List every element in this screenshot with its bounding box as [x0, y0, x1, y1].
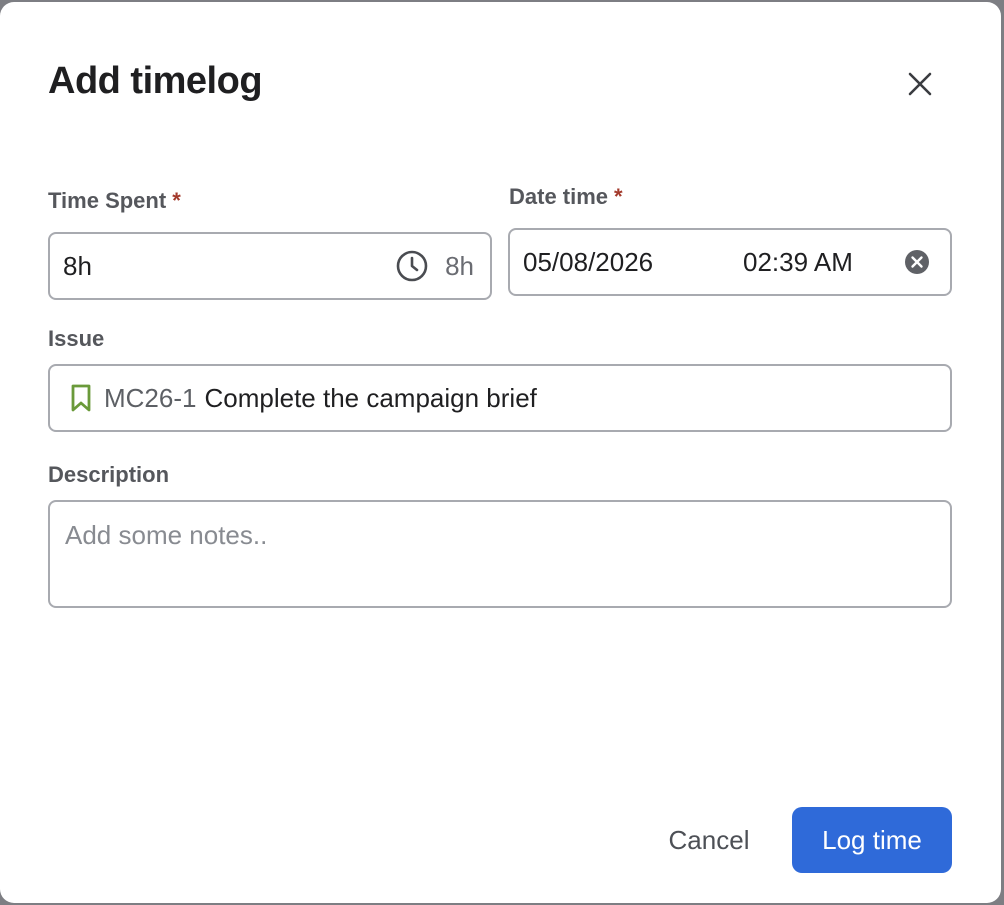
description-label: Description — [48, 462, 170, 487]
log-time-button[interactable]: Log time — [792, 807, 952, 873]
description-textarea[interactable]: Add some notes.. — [48, 500, 952, 608]
clear-circle-icon[interactable] — [904, 249, 930, 275]
issue-label: Issue — [48, 326, 105, 351]
required-mark: * — [614, 184, 623, 209]
date-time-input[interactable]: 05/08/2026 02:39 AM — [508, 228, 952, 296]
time-spent-suffix: 8h — [395, 234, 474, 298]
bookmark-icon — [70, 383, 92, 413]
close-icon — [908, 72, 932, 96]
date-time-label: Date time * — [509, 184, 623, 210]
date-time-label-text: Date time — [509, 184, 609, 209]
dialog-title: Add timelog — [48, 60, 263, 102]
cancel-button[interactable]: Cancel — [650, 807, 768, 873]
clock-icon — [396, 250, 428, 282]
date-value[interactable]: 05/08/2026 — [523, 247, 653, 278]
add-timelog-dialog: Add timelog Time Spent * 8h 8h Date time *… — [0, 2, 1001, 903]
time-value[interactable]: 02:39 AM — [743, 247, 853, 278]
issue-key: MC26-1 — [104, 382, 197, 413]
issue-summary: Complete the campaign brief — [204, 382, 537, 413]
time-spent-label-text: Time Spent — [48, 188, 167, 213]
close-button[interactable] — [900, 64, 940, 104]
time-spent-suffix-value: 8h — [445, 250, 474, 281]
description-placeholder: Add some notes.. — [65, 520, 268, 550]
time-spent-value: 8h — [63, 250, 92, 281]
required-mark: * — [172, 188, 181, 213]
issue-select[interactable]: MC26-1 Complete the campaign brief — [48, 364, 952, 432]
time-spent-input[interactable]: 8h 8h — [48, 232, 492, 300]
time-spent-label: Time Spent * — [48, 188, 181, 214]
